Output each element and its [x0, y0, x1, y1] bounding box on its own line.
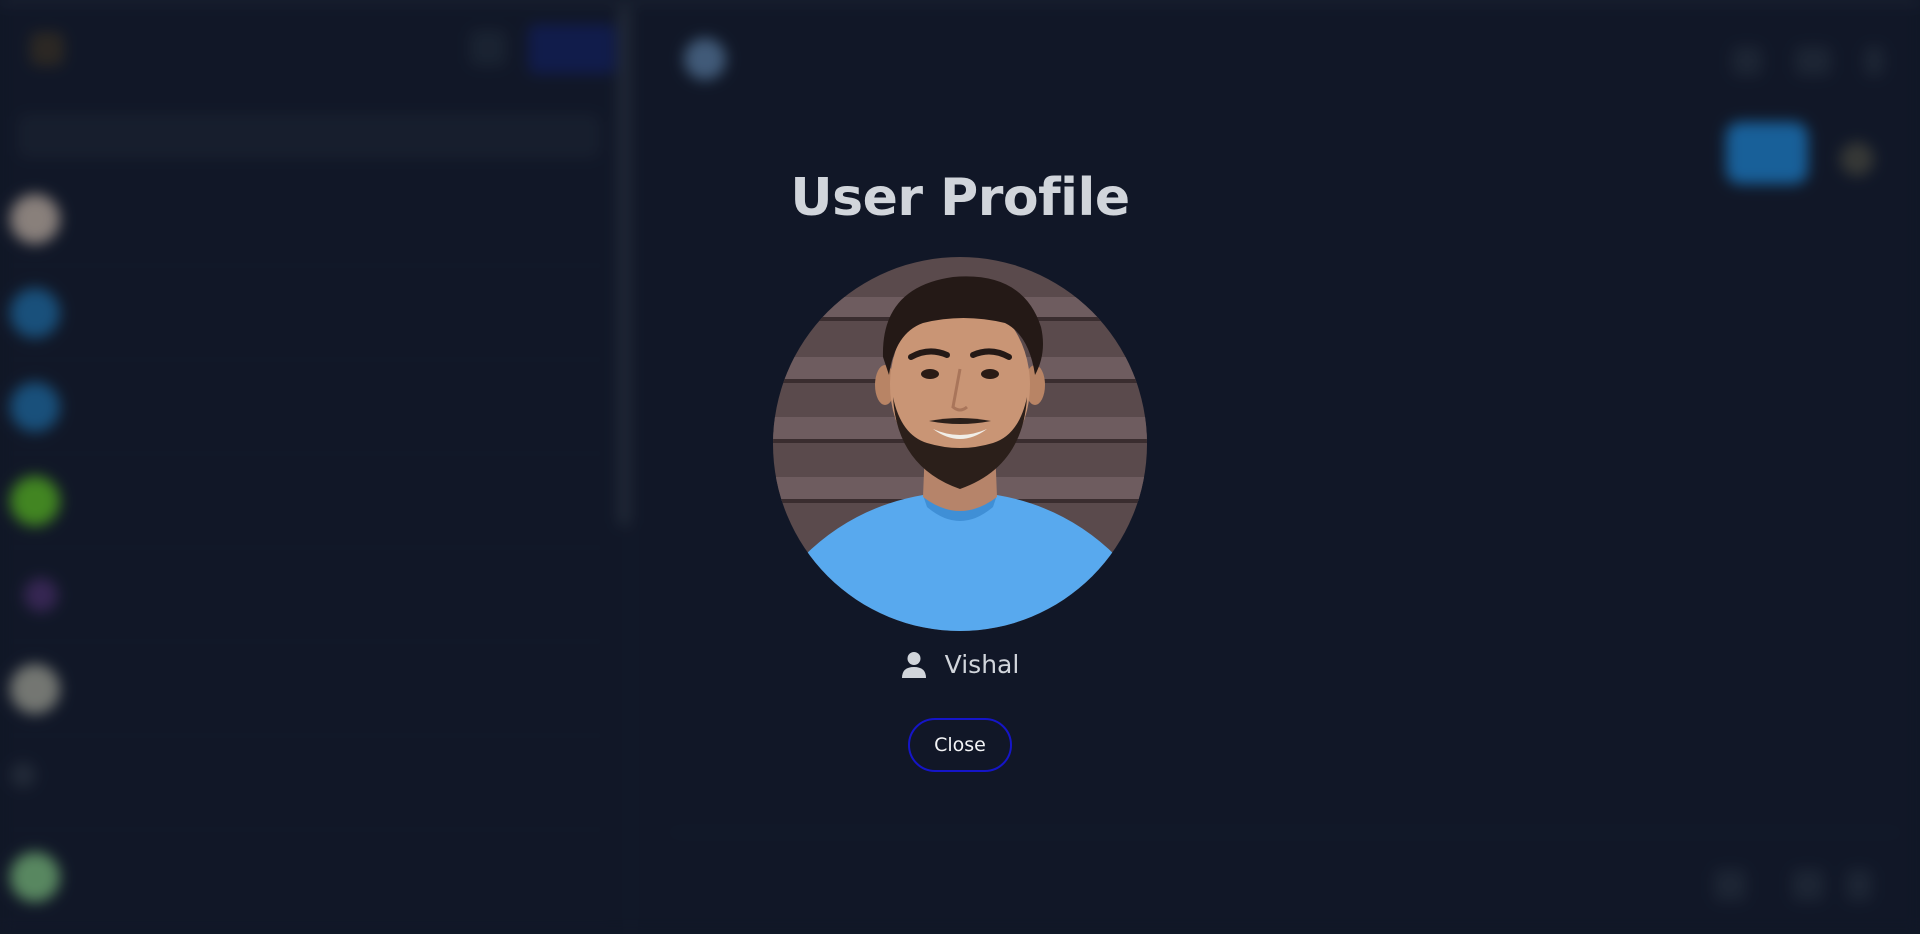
user-icon — [901, 651, 927, 679]
modal-title: User Profile — [790, 168, 1130, 228]
user-profile-modal: User Profile Vishal Close — [660, 150, 1260, 790]
user-name-row: Vishal — [660, 650, 1260, 700]
profile-photo — [773, 257, 1147, 631]
user-name: Vishal — [944, 650, 1020, 679]
close-button[interactable]: Close — [908, 718, 1012, 772]
